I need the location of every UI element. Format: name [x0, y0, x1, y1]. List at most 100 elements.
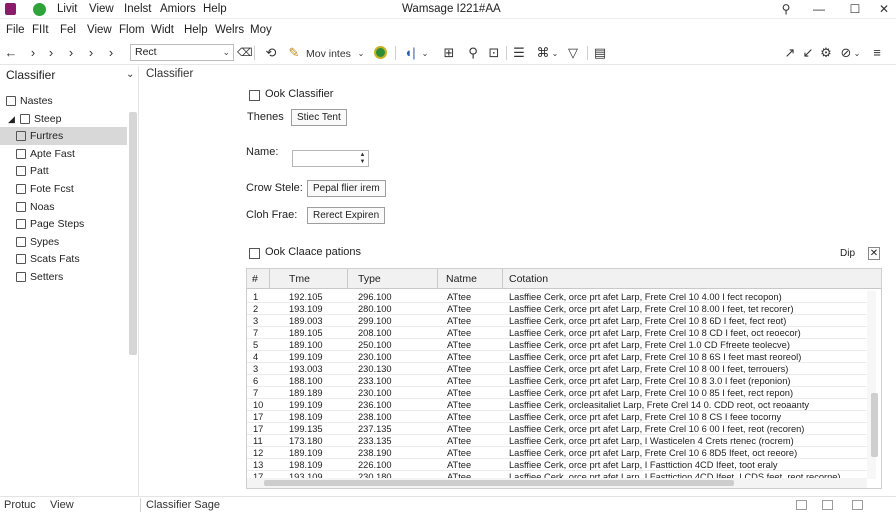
classifier-checkbox[interactable]	[249, 90, 260, 101]
page-layout-icon[interactable]	[822, 500, 833, 510]
column-divider[interactable]	[269, 269, 270, 289]
tree-item[interactable]: Fote Fcst	[0, 180, 127, 198]
chevron-down-icon[interactable]: ⌄	[420, 46, 430, 62]
clear-icon[interactable]: ⌫	[237, 45, 253, 61]
tree-item[interactable]: Furtres	[0, 127, 127, 146]
forward-arrow-icon[interactable]: ›	[44, 45, 58, 61]
collapse-icon[interactable]: ↙	[802, 45, 814, 61]
chevron-down-icon[interactable]: ⌄	[126, 69, 134, 80]
column-header-name[interactable]: Natme	[446, 273, 477, 285]
table-row[interactable]: 10 199.109 236.100 ATtee Lasffiee Cerk, orcl…	[247, 399, 867, 411]
chevron-down-icon[interactable]: ⌄	[551, 46, 559, 62]
help-icon[interactable]: ⊘	[840, 45, 852, 61]
menu-welrs[interactable]: Welrs	[215, 24, 244, 36]
tree-item[interactable]: Nastes	[0, 92, 127, 110]
forward-arrow-icon[interactable]: ›	[84, 45, 98, 61]
grid-dip-button[interactable]: Dip	[840, 248, 855, 259]
table-row[interactable]: 13 198.109 226.100 ATtee Lasffiee Cerk, orce…	[247, 459, 867, 471]
table-row[interactable]: 2 193.109 280.100 ATtee Lasffiee Cerk, orce …	[247, 303, 867, 315]
menu-view[interactable]: View	[87, 24, 112, 36]
menu-fiit[interactable]: FIIt	[32, 24, 49, 36]
settings-icon[interactable]: ⚙	[820, 45, 832, 61]
page-view-icon[interactable]	[796, 500, 807, 510]
title-menu-view[interactable]: View	[89, 3, 114, 15]
status-protuc[interactable]: Protuc	[4, 499, 36, 511]
table-row[interactable]: 1 192.105 296.100 ATtee Lasffiee Cerk, orce …	[247, 291, 867, 303]
toolbar-combo[interactable]: Rect ⌄	[130, 44, 234, 61]
clock-button[interactable]: Rerect Expiren	[307, 207, 386, 224]
panel-icon[interactable]: ▤	[593, 45, 607, 61]
list-icon[interactable]: ☰	[512, 45, 526, 61]
globe-icon[interactable]	[374, 46, 387, 59]
grid-close-button[interactable]: ✕	[868, 247, 880, 260]
back-arrow-icon[interactable]: ←	[4, 45, 18, 61]
themes-select-button[interactable]: Stiec Tent	[291, 109, 347, 126]
cron-button[interactable]: Pepal flier irem	[307, 180, 386, 197]
tree-expand-icon[interactable]: ◢	[8, 110, 15, 128]
column-divider[interactable]	[437, 269, 438, 289]
column-header-cotation[interactable]: Cotation	[509, 273, 548, 285]
tree-item[interactable]: ◢ Steep	[0, 110, 127, 128]
tree-item[interactable]: Noas	[0, 198, 127, 216]
tree-item[interactable]: Apte Fast	[0, 145, 127, 163]
tree-item[interactable]: Page Steps	[0, 215, 127, 233]
title-menu-inelst[interactable]: Inelst	[124, 3, 152, 15]
table-row[interactable]: 3 193.003 230.130 ATtee Lasffiee Cerk, orce …	[247, 363, 867, 375]
table-row[interactable]: 17 198.109 238.100 ATtee Lasffiee Cerk, orce…	[247, 411, 867, 423]
forward-arrow-icon[interactable]: ›	[64, 45, 78, 61]
menu-widt[interactable]: Widt	[151, 24, 174, 36]
green-status-icon[interactable]	[33, 3, 46, 16]
forward-arrow-icon[interactable]: ›	[26, 45, 40, 61]
close-button[interactable]: ✕	[872, 1, 896, 18]
menu-help[interactable]: Help	[184, 24, 208, 36]
table-row[interactable]: 17 199.135 237.135 ATtee Lasffiee Cerk, orce…	[247, 423, 867, 435]
puzzle-icon[interactable]: ⌘	[536, 45, 550, 61]
search-icon[interactable]: ⚲	[466, 45, 480, 61]
spin-down-icon[interactable]: ▼	[358, 159, 367, 166]
table-row[interactable]: 3 189.003 299.100 ATtee Lasffiee Cerk, orce …	[247, 315, 867, 327]
forward-arrow-icon[interactable]: ›	[104, 45, 118, 61]
table-row[interactable]: 11 173.180 233.135 ATtee Lasffiee Cerk, orce…	[247, 435, 867, 447]
table-row[interactable]: 4 199.109 230.100 ATtee Lasffiee Cerk, orce …	[247, 351, 867, 363]
tree-item[interactable]: Patt	[0, 162, 127, 180]
macro-button[interactable]: Mov intes	[306, 46, 351, 62]
title-menu-amiors[interactable]: Amiors	[160, 3, 196, 15]
name-spinbox[interactable]: ▲ ▼	[292, 150, 369, 167]
grid-icon[interactable]: ⊞	[442, 45, 456, 61]
menu-fel[interactable]: Fel	[60, 24, 76, 36]
audio-icon[interactable]: ◖|	[403, 45, 417, 61]
menu-flom[interactable]: Flom	[119, 24, 145, 36]
refresh-icon[interactable]: ⟲	[263, 45, 279, 61]
title-menu-livit[interactable]: Livit	[57, 3, 77, 15]
column-header-type[interactable]: Type	[358, 273, 381, 285]
table-row[interactable]: 7 189.105 208.100 ATtee Lasffiee Cerk, orce …	[247, 327, 867, 339]
column-divider[interactable]	[347, 269, 348, 289]
column-header-time[interactable]: Tme	[289, 273, 310, 285]
table-horizontal-scroll-thumb[interactable]	[264, 480, 734, 486]
table-vertical-scroll-thumb[interactable]	[871, 393, 878, 457]
tree-item[interactable]: Setters	[0, 268, 127, 286]
menu-file[interactable]: File	[6, 24, 25, 36]
table-row[interactable]: 12 189.109 238.190 ATtee Lasffiee Cerk, orce…	[247, 447, 867, 459]
expand-icon[interactable]: ↗	[784, 45, 796, 61]
column-divider[interactable]	[502, 269, 503, 289]
column-header-index[interactable]: #	[252, 273, 258, 285]
pencil-icon[interactable]: ✎	[288, 45, 300, 61]
page-full-icon[interactable]	[852, 500, 863, 510]
tree-scrollbar[interactable]	[129, 112, 137, 355]
menu-moy[interactable]: Moy	[250, 24, 272, 36]
chevron-down-icon[interactable]: ⌄	[853, 46, 861, 62]
tree-item[interactable]: Sypes	[0, 233, 127, 251]
maximize-button[interactable]: ☐	[843, 1, 867, 18]
title-menu-help[interactable]: Help	[203, 3, 227, 15]
spin-up-icon[interactable]: ▲	[358, 152, 367, 159]
minimize-button[interactable]: —	[807, 1, 831, 18]
table-row[interactable]: 7 189.189 230.100 ATtee Lasffiee Cerk, orce …	[247, 387, 867, 399]
pin-icon[interactable]: ⚲	[774, 1, 798, 18]
status-view[interactable]: View	[50, 499, 74, 511]
image-icon[interactable]: ⊡	[487, 45, 501, 61]
menu-icon[interactable]: ≡	[870, 45, 884, 61]
options-checkbox[interactable]	[249, 248, 260, 259]
filter-icon[interactable]: ▽	[566, 45, 580, 61]
tree-item[interactable]: Scats Fats	[0, 250, 127, 268]
